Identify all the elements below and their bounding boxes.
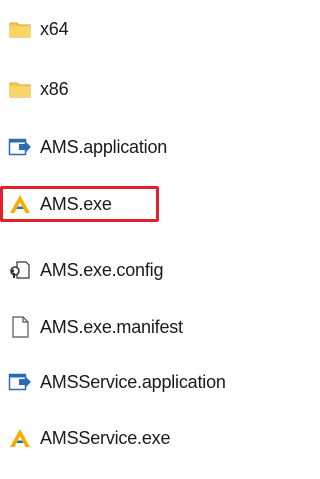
file-name: AMS.exe.config <box>40 260 164 280</box>
file-name: AMS.exe <box>40 194 112 214</box>
file-name: AMS.application <box>40 137 168 157</box>
file-list: x64 x86 AMS.application AMS.exe AMS.exe.… <box>0 0 306 479</box>
file-item-ams-exe[interactable]: AMS.exe <box>0 186 159 222</box>
generic-file-icon <box>8 316 32 338</box>
ams-executable-icon <box>8 427 32 449</box>
folder-icon <box>8 18 32 40</box>
file-name: AMS.exe.manifest <box>40 317 183 337</box>
file-item-amsservice-application[interactable]: AMSService.application <box>6 368 234 396</box>
config-file-icon <box>8 259 32 281</box>
file-name: x86 <box>40 79 69 99</box>
application-manifest-icon <box>8 371 32 393</box>
ams-executable-icon <box>8 193 32 215</box>
application-manifest-icon <box>8 136 32 158</box>
file-item-ams-exe-manifest[interactable]: AMS.exe.manifest <box>6 313 191 341</box>
file-name: x64 <box>40 19 69 39</box>
file-item-amsservice-exe[interactable]: AMSService.exe <box>6 424 178 452</box>
file-name: AMSService.exe <box>40 428 171 448</box>
folder-icon <box>8 78 32 100</box>
file-item-x64[interactable]: x64 <box>6 15 76 43</box>
file-name: AMSService.application <box>40 372 226 392</box>
file-item-ams-exe-config[interactable]: AMS.exe.config <box>6 256 171 284</box>
file-item-x86[interactable]: x86 <box>6 75 76 103</box>
file-item-ams-application[interactable]: AMS.application <box>6 133 175 161</box>
